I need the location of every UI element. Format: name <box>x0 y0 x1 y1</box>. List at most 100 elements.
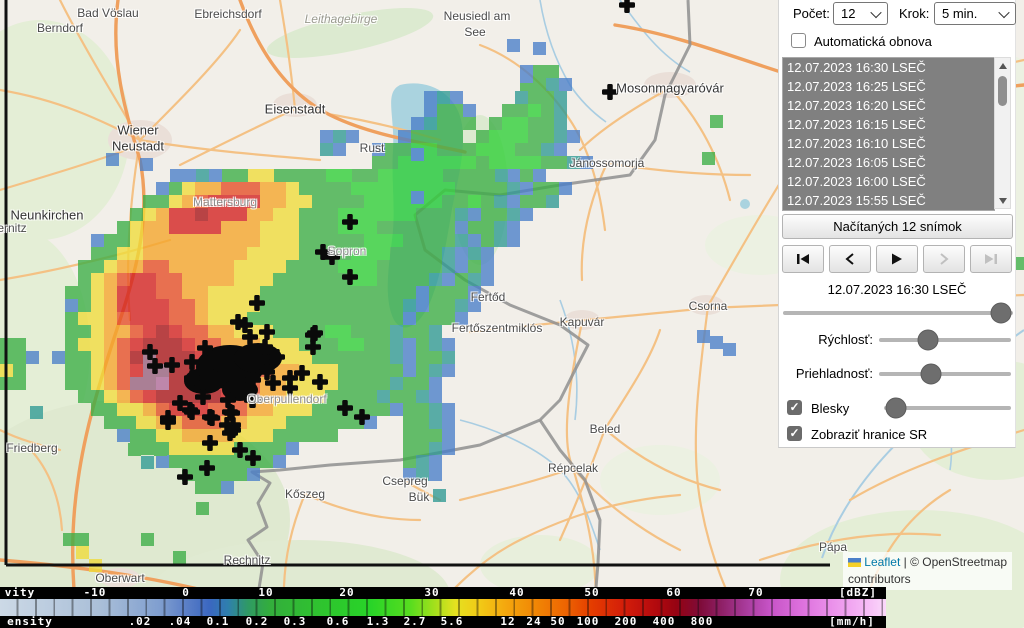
legend-tick: .02 <box>129 616 152 628</box>
legend-tick: 12 <box>500 616 515 628</box>
legend-tick: .04 <box>169 616 192 628</box>
loaded-frames-button[interactable]: Načítaných 12 snímok <box>782 214 1013 239</box>
auto-refresh-checkbox[interactable] <box>791 33 806 48</box>
legend-tick: 1.3 <box>367 616 390 628</box>
lightning-strike-icon <box>184 404 200 420</box>
timestamp-list-item[interactable]: 12.07.2023 16:20 LSEČ <box>783 96 994 115</box>
legend-tick: 0 <box>182 587 190 599</box>
lightning-strike-icon <box>619 0 635 13</box>
legend-tick: 24 <box>526 616 541 628</box>
timestamp-list-item[interactable]: 12.07.2023 15:55 LSEČ <box>783 191 994 210</box>
step-back-button[interactable] <box>829 245 871 273</box>
timestamp-list-item[interactable]: 12.07.2023 16:05 LSEČ <box>783 153 994 172</box>
count-label: Počet: <box>793 6 830 21</box>
timestamp-list-item[interactable]: 12.07.2023 16:10 LSEČ <box>783 134 994 153</box>
legend-tick: 30 <box>424 587 439 599</box>
auto-refresh-label: Automatická obnova <box>814 34 932 49</box>
step-forward-button[interactable] <box>923 245 965 273</box>
lightning-strike-icon <box>202 435 218 451</box>
lightning-strike-icon <box>199 460 215 476</box>
attribution-separator: | <box>900 555 910 569</box>
lightning-strike-icon <box>305 339 321 355</box>
borders-checkbox[interactable]: ✓ <box>787 426 802 441</box>
lightning-strike-icon <box>177 469 193 485</box>
skip-end-button[interactable] <box>970 245 1012 273</box>
timestamp-list-item[interactable]: 12.07.2023 16:30 LSEČ <box>783 58 994 77</box>
legend-tick: 200 <box>615 616 638 628</box>
legend-tick: -10 <box>84 587 107 599</box>
legend-tick: 60 <box>666 587 681 599</box>
opacity-slider[interactable] <box>879 372 1011 376</box>
speed-slider[interactable] <box>879 338 1011 342</box>
lightning-strike-icon <box>342 214 358 230</box>
legend-tick: 50 <box>584 587 599 599</box>
opacity-slider-thumb[interactable] <box>921 364 942 385</box>
map-attribution: Leaflet | © OpenStreetmap contributors <box>843 552 1012 590</box>
legend-tick: ensity <box>7 616 53 628</box>
step-label: Krok: <box>899 6 929 21</box>
timeline-slider-thumb[interactable] <box>991 303 1012 324</box>
lightning-strike-icon <box>312 374 328 390</box>
legend-tick: 0.2 <box>246 616 269 628</box>
chevron-down-icon <box>998 6 1009 17</box>
osm-credit: © OpenStreetmap <box>910 555 1007 569</box>
leaflet-link[interactable]: Leaflet <box>864 555 900 569</box>
legend-tick: [dBZ] <box>839 587 877 599</box>
timestamp-list-item[interactable]: 12.07.2023 16:25 LSEČ <box>783 77 994 96</box>
legend-tick: 40 <box>509 587 524 599</box>
lightning-strike-icon <box>354 409 370 425</box>
lightning-strike-icon <box>147 358 163 374</box>
speed-label: Rýchlosť: <box>779 332 873 347</box>
legend-tick: 0.3 <box>284 616 307 628</box>
timestamp-list-item[interactable]: 12.07.2023 16:15 LSEČ <box>783 115 994 134</box>
step-forward-icon <box>939 253 949 265</box>
skip-start-button[interactable] <box>782 245 824 273</box>
lightning-strike-icon <box>602 84 618 100</box>
lightning-checkbox[interactable]: ✓ <box>787 400 802 415</box>
lightning-strike-icon <box>164 357 180 373</box>
legend-tick: 800 <box>691 616 714 628</box>
legend-tick: 20 <box>339 587 354 599</box>
timeline-slider[interactable] <box>783 311 1013 315</box>
scroll-down-icon[interactable] <box>995 193 1010 208</box>
step-select[interactable]: 5 min. <box>934 2 1016 25</box>
current-frame-time: 12.07.2023 16:30 LSEČ <box>779 282 1015 297</box>
lightning-strike-icon <box>259 324 275 340</box>
legend-tick: 70 <box>748 587 763 599</box>
legend-tick: vity <box>5 587 36 599</box>
timestamp-listbox[interactable]: 12.07.2023 16:30 LSEČ12.07.2023 16:25 LS… <box>782 57 995 211</box>
skip-start-icon <box>796 253 810 265</box>
legend-tick: 100 <box>577 616 600 628</box>
step-select-value: 5 min. <box>942 6 977 21</box>
play-icon <box>891 253 903 265</box>
attribution-line2: contributors <box>848 572 911 586</box>
lightning-strike-icon <box>337 400 353 416</box>
borders-label: Zobraziť hranice SR <box>811 427 927 442</box>
legend-colorbar <box>0 599 886 616</box>
timestamp-list-item[interactable]: 12.07.2023 16:00 LSEČ <box>783 172 994 191</box>
legend-tick: 0.1 <box>207 616 230 628</box>
scrollbar-thumb[interactable] <box>998 76 1007 106</box>
legend-tick: 50 <box>550 616 565 628</box>
listbox-scrollbar[interactable] <box>994 57 1011 209</box>
loaded-frames-label: Načítaných 12 snímok <box>833 219 962 234</box>
reflectivity-legend: vity-10010203040506070[dBZ] ensity.02.04… <box>0 587 886 628</box>
lightning-label: Blesky <box>811 401 849 416</box>
chevron-down-icon <box>870 6 881 17</box>
play-button[interactable] <box>876 245 918 273</box>
scroll-up-icon[interactable] <box>995 58 1010 73</box>
legend-tick: 400 <box>653 616 676 628</box>
lightning-strike-icon <box>249 295 265 311</box>
legend-tick: [mm/h] <box>829 616 875 628</box>
speed-slider-thumb[interactable] <box>918 330 939 351</box>
count-select-value: 12 <box>841 6 855 21</box>
count-select[interactable]: 12 <box>833 2 888 25</box>
skip-end-icon <box>984 253 998 265</box>
lightning-strike-icon <box>202 409 218 425</box>
legend-tick: 2.7 <box>404 616 427 628</box>
legend-mmh-row: ensity.02.040.10.20.30.61.32.75.61224501… <box>0 616 886 628</box>
ukraine-flag-icon <box>848 558 861 567</box>
step-back-icon <box>845 253 855 265</box>
lightning-strike-icon <box>142 344 158 360</box>
lightning-opacity-slider-thumb[interactable] <box>886 398 907 419</box>
